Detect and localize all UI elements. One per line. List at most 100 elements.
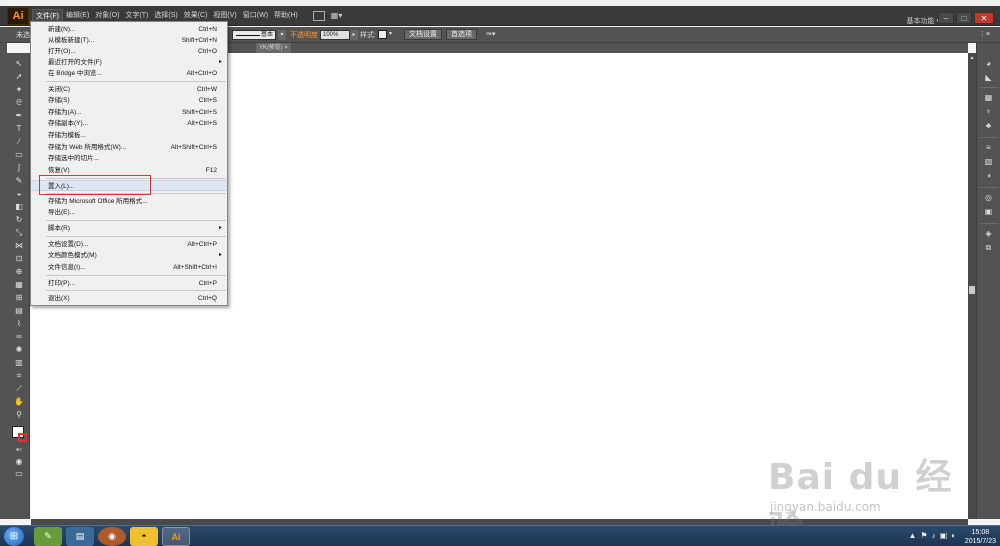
hand-tool-icon[interactable]: ✋ — [14, 397, 24, 407]
appearance-panel-icon[interactable]: ◎ — [983, 193, 994, 203]
menu-item-browse-in-bridge[interactable]: 在 Bridge 中浏览... Alt+Ctrl+O — [31, 68, 227, 79]
stroke-profile-field[interactable]: 基本 — [232, 30, 276, 40]
taskbar-app-qq-icon[interactable]: ◓ — [130, 527, 158, 546]
style-dropdown-arrow[interactable]: ▾ — [389, 30, 392, 37]
graphic-styles-panel-icon[interactable]: ▣ — [983, 207, 994, 217]
taskbar-app-notepad-icon[interactable]: ✎ — [34, 527, 62, 546]
menu-item-open-recent[interactable]: 最近打开的文件(F) ▸ — [31, 57, 227, 68]
swatches-panel-icon[interactable]: ▦ — [983, 93, 994, 103]
column-graph-tool-icon[interactable]: ▥ — [14, 358, 24, 368]
paintbrush-tool-icon[interactable]: ∫ — [14, 163, 24, 173]
menu-item-print[interactable]: 打印(P)... Ctrl+P — [31, 278, 227, 289]
workspace-switcher[interactable]: 基本功能 ▾ — [907, 16, 940, 26]
tray-expand-icon[interactable]: ▲ — [909, 531, 917, 540]
maximize-button[interactable]: □ — [956, 12, 972, 24]
menu-item-exit[interactable]: 退出(X) Ctrl+Q — [31, 293, 227, 304]
menu-item-save-selected-slices[interactable]: 存储选中的切片... — [31, 153, 227, 164]
scroll-thumb[interactable] — [969, 286, 975, 294]
gradient-tool-icon[interactable]: ▤ — [14, 306, 24, 316]
type-tool-icon[interactable]: T — [14, 124, 24, 134]
arrange-documents-icon[interactable]: ▦▾ — [331, 11, 345, 21]
menu-item-save-as-template[interactable]: 存储为模板... — [31, 130, 227, 141]
lasso-tool-icon[interactable]: ᘓ — [14, 98, 24, 108]
close-button[interactable]: ✕ — [974, 12, 994, 24]
menu-window[interactable]: 窗口(W) — [240, 9, 271, 23]
menu-item-export[interactable]: 导出(E)... — [31, 207, 227, 218]
tray-flag-icon[interactable]: ⚑ — [920, 531, 927, 540]
opacity-label[interactable]: 不透明度 — [290, 30, 318, 40]
bridge-icon[interactable] — [312, 10, 325, 21]
artboard-tool-icon[interactable]: ⌗ — [14, 371, 24, 381]
taskbar-app-browser-icon[interactable]: ◉ — [98, 527, 126, 546]
symbol-sprayer-tool-icon[interactable]: ✺ — [14, 345, 24, 355]
opacity-input[interactable]: 100% — [320, 30, 350, 40]
zoom-tool-icon[interactable]: ⚲ — [14, 410, 24, 420]
color-guide-panel-icon[interactable]: ◣ — [983, 73, 994, 83]
scroll-up-icon[interactable]: ▲ — [969, 55, 975, 61]
menu-item-open[interactable]: 打开(O)... Ctrl+O — [31, 46, 227, 57]
menu-help[interactable]: 帮助(H) — [271, 9, 301, 23]
blob-brush-tool-icon[interactable]: ◒ — [14, 189, 24, 199]
menu-item-document-setup[interactable]: 文档设置(D)... Alt+Ctrl+P — [31, 239, 227, 250]
rectangle-tool-icon[interactable]: ▭ — [14, 150, 24, 160]
align-options-icon[interactable]: ⇛▾ — [486, 30, 495, 38]
menu-item-save-copy[interactable]: 存储副本(Y)... Alt+Ctrl+S — [31, 118, 227, 129]
magic-wand-tool-icon[interactable]: ✦ — [14, 85, 24, 95]
menu-item-new[interactable]: 新建(N)... Ctrl+N — [31, 24, 227, 35]
document-tab[interactable]: YK/预览) × — [256, 43, 291, 53]
perspective-grid-tool-icon[interactable]: ▦ — [14, 280, 24, 290]
direct-selection-tool-icon[interactable]: ➚ — [14, 72, 24, 82]
menu-item-new-from-template[interactable]: 从模板新建(T)... Shift+Ctrl+N — [31, 35, 227, 46]
tray-volume-icon[interactable]: ♪ — [932, 531, 936, 540]
stroke-dropdown-arrow[interactable]: ▾ — [278, 30, 286, 40]
menu-item-document-color-mode[interactable]: 文档颜色模式(M) ▸ — [31, 250, 227, 261]
tray-network-icon[interactable]: ▣ — [940, 531, 948, 540]
layers-panel-icon[interactable]: ◈ — [983, 229, 994, 239]
menu-item-save[interactable]: 存储(S) Ctrl+S — [31, 95, 227, 106]
artboards-panel-icon[interactable]: ⧉ — [983, 243, 994, 253]
preferences-button[interactable]: 首选项 — [446, 29, 477, 40]
transparency-panel-icon[interactable]: ◑ — [983, 171, 994, 181]
taskbar-app-explorer-icon[interactable]: ▤ — [66, 527, 94, 546]
tray-power-icon[interactable]: ◐ — [951, 531, 956, 540]
menu-item-save-for-web[interactable]: 存储为 Web 所用格式(W)... Alt+Shift+Ctrl+S — [31, 142, 227, 153]
graphic-style-swatch[interactable] — [378, 30, 387, 39]
menu-item-file-info[interactable]: 文件信息(I)... Alt+Shift+Ctrl+I — [31, 262, 227, 273]
brushes-panel-icon[interactable]: ♆ — [983, 107, 994, 117]
pencil-tool-icon[interactable]: ✎ — [14, 176, 24, 186]
stroke-panel-icon[interactable]: ≡ — [983, 143, 994, 153]
start-button[interactable]: ⊞ — [4, 527, 24, 546]
menu-item-close[interactable]: 关闭(C) Ctrl+W — [31, 84, 227, 95]
shape-builder-tool-icon[interactable]: ⊕ — [14, 267, 24, 277]
taskbar-clock[interactable]: 15:08 2015/7/23 — [965, 528, 996, 546]
screen-mode-icon[interactable]: ▭ — [14, 469, 24, 479]
opacity-dropdown-arrow[interactable]: ▸ — [350, 30, 358, 40]
drawing-mode-icon[interactable]: ◉ — [14, 457, 24, 467]
selection-tool-icon[interactable]: ↖ — [14, 59, 24, 69]
line-tool-icon[interactable]: ∕ — [14, 137, 24, 147]
eyedropper-tool-icon[interactable]: ⌇ — [14, 319, 24, 329]
slice-tool-icon[interactable]: ⟋ — [14, 384, 24, 394]
control-panel-menu-icon[interactable]: ⋮≡ — [979, 30, 990, 38]
document-tab-close-icon[interactable]: × — [284, 45, 288, 51]
menu-item-save-for-office[interactable]: 存储为 Microsoft Office 所用格式... — [31, 196, 227, 207]
color-mode-icons[interactable]: ▪▫ — [14, 445, 24, 455]
free-transform-tool-icon[interactable]: ⊡ — [14, 254, 24, 264]
eraser-tool-icon[interactable]: ◧ — [14, 202, 24, 212]
rotate-tool-icon[interactable]: ↻ — [14, 215, 24, 225]
menu-item-scripts[interactable]: 脚本(R) ▸ — [31, 223, 227, 234]
document-setup-button[interactable]: 文档设置 — [404, 29, 442, 40]
color-panel-icon[interactable]: ◕ — [983, 59, 994, 69]
minimize-button[interactable]: – — [938, 12, 954, 24]
gradient-panel-icon[interactable]: ▧ — [983, 157, 994, 167]
blend-tool-icon[interactable]: ∞ — [14, 332, 24, 342]
taskbar-app-illustrator-icon[interactable]: Ai — [162, 527, 190, 546]
scale-tool-icon[interactable]: ⤡ — [14, 228, 24, 238]
stroke-color-swatch[interactable] — [18, 433, 27, 442]
mesh-tool-icon[interactable]: ⊞ — [14, 293, 24, 303]
pen-tool-icon[interactable]: ✒ — [14, 111, 24, 121]
vertical-scrollbar[interactable]: ▲ — [968, 53, 976, 519]
menu-item-save-as[interactable]: 存储为(A)... Shift+Ctrl+S — [31, 107, 227, 118]
width-tool-icon[interactable]: ⋈ — [14, 241, 24, 251]
symbols-panel-icon[interactable]: ♣ — [983, 121, 994, 131]
